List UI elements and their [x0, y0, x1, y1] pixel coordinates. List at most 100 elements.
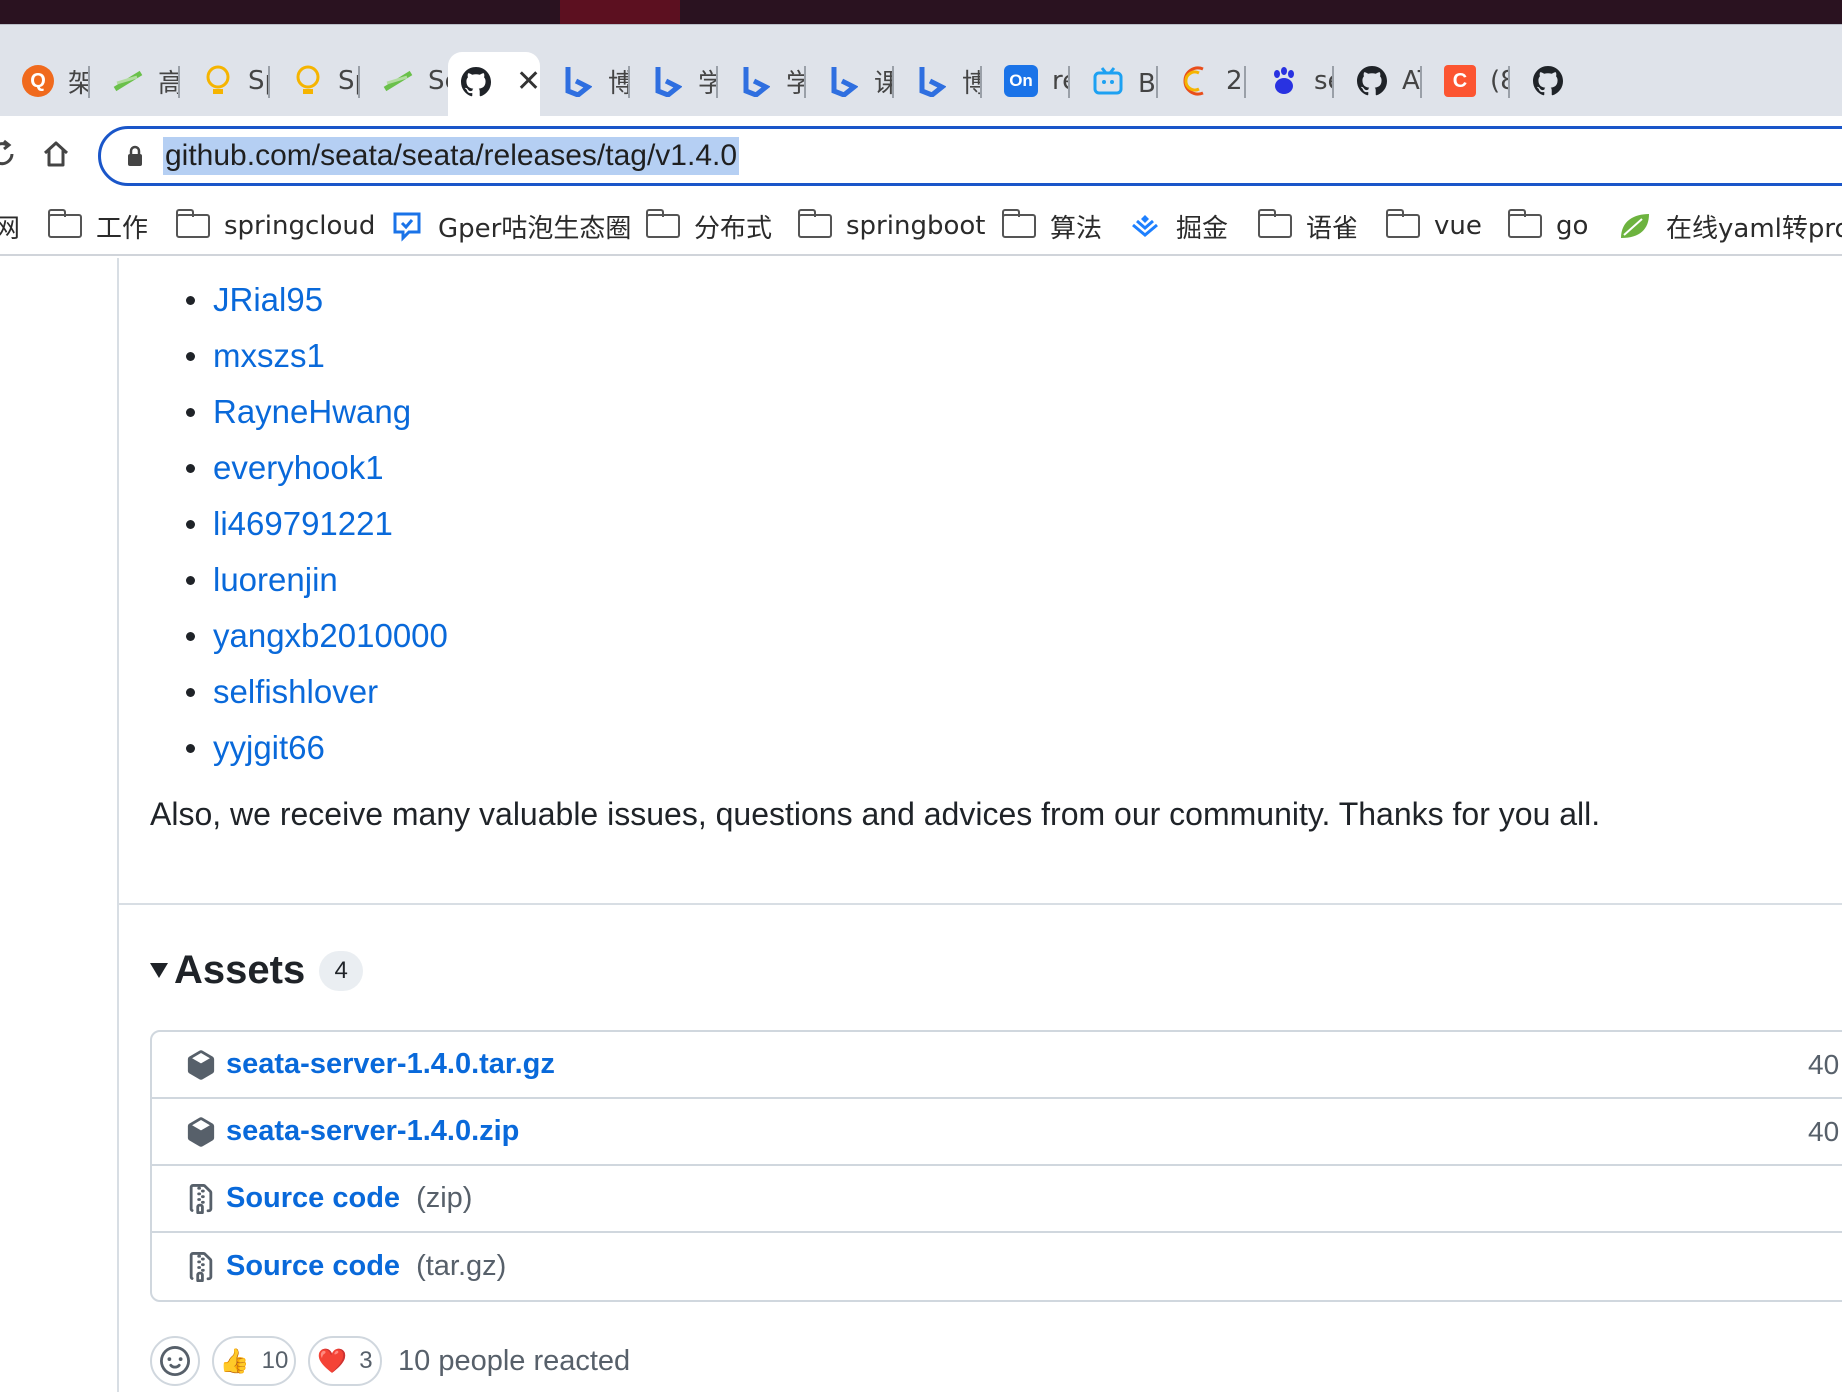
bulb-icon [292, 65, 324, 97]
tab-3[interactable]: Sp [270, 52, 360, 110]
asset-format: (zip) [416, 1182, 473, 1214]
bilibili-tv-icon [1092, 65, 1124, 97]
bookmark-juejin[interactable]: 掘金 [1128, 206, 1228, 246]
asset-size: 40 [1808, 1115, 1840, 1147]
lock-icon[interactable] [127, 145, 143, 167]
bookmark-label: 工作 [96, 213, 149, 244]
bookmark-folder-distributed[interactable]: 分布式 [646, 206, 772, 246]
tab-6[interactable]: 博 [540, 52, 630, 110]
contributor-link[interactable]: luorenjin [186, 552, 448, 608]
tab-12[interactable]: B站 [1070, 52, 1158, 110]
folder-icon [1508, 209, 1542, 238]
asset-row: Source code (tar.gz) [152, 1233, 1842, 1300]
assets-list: seata-server-1.4.0.tar.gz 40 seata-serve… [150, 1030, 1842, 1302]
reaction-count: 10 [261, 1347, 289, 1374]
tab-title: B站 [1138, 68, 1158, 99]
folder-icon [1002, 209, 1036, 238]
bookmark-label: 分布式 [694, 213, 773, 244]
bookmark-folder-springcloud[interactable]: springcloud [176, 206, 375, 246]
bing-icon [562, 65, 594, 97]
reload-icon[interactable] [0, 132, 24, 176]
tab-title: AT [1402, 66, 1422, 96]
bookmark-folder-work[interactable]: 工作 [48, 206, 148, 246]
address-bar[interactable]: github.com/seata/seata/releases/tag/v1.4… [98, 126, 1842, 186]
asset-link[interactable]: seata-server-1.4.0.zip [226, 1115, 519, 1148]
tab-title: 高 [158, 68, 180, 99]
tab-title: 博 [962, 68, 982, 99]
folder-icon [48, 209, 82, 238]
tab-0[interactable]: Q 架 [0, 52, 90, 110]
tab-1[interactable]: 高 [90, 52, 180, 110]
orange-badge-icon: Q [22, 65, 54, 97]
asset-link[interactable]: Source code [226, 1182, 400, 1215]
contributor-link[interactable]: selfishlover [186, 664, 448, 720]
baidu-paw-icon [1268, 65, 1300, 97]
bing-icon [828, 65, 860, 97]
onenote-on-icon: On [1004, 65, 1038, 97]
thumbs-up-icon: 👍 [219, 1347, 250, 1375]
tab-11[interactable]: On re [982, 52, 1070, 110]
tab-14[interactable]: se [1246, 52, 1334, 110]
tab-10[interactable]: 博 [894, 52, 982, 110]
section-divider [117, 903, 1842, 905]
bookmark-0[interactable]: 网 [0, 206, 20, 246]
reactions-bar: 👍 10 ❤️ 3 10 people reacted [150, 1336, 630, 1386]
contributor-link[interactable]: li469791221 [186, 496, 448, 552]
bookmark-label: 算法 [1050, 213, 1103, 244]
bing-icon [740, 65, 772, 97]
tab-9[interactable]: 课 [806, 52, 894, 110]
close-tab-icon[interactable]: ✕ [516, 64, 540, 99]
github-icon [1356, 65, 1388, 97]
bookmark-folder-vue[interactable]: vue [1386, 206, 1482, 246]
heart-icon: ❤️ [317, 1347, 348, 1375]
tab-7[interactable]: 学 [630, 52, 718, 110]
browser-toolbar: github.com/seata/seata/releases/tag/v1.4… [0, 116, 1842, 196]
folder-icon [646, 209, 680, 238]
spring-leaf-icon [1618, 209, 1652, 243]
window-top-strip [0, 0, 1842, 24]
thumbs-up-reaction-button[interactable]: 👍 10 [212, 1336, 296, 1386]
contributor-link[interactable]: yyjgit66 [186, 720, 448, 776]
bookmark-folder-springboot[interactable]: springboot [798, 206, 985, 246]
github-icon [460, 66, 492, 98]
bookmark-folder-go[interactable]: go [1508, 206, 1588, 246]
disclosure-triangle-icon[interactable] [150, 963, 168, 978]
contributor-link[interactable]: everyhook1 [186, 440, 448, 496]
contributor-link[interactable]: yangxb2010000 [186, 608, 448, 664]
green-leaf-icon [112, 65, 144, 97]
bookmark-folder-yuque[interactable]: 语雀 [1258, 206, 1358, 246]
bookmark-gper[interactable]: Gper咕泡生态圈 [390, 206, 631, 246]
url-text[interactable]: github.com/seata/seata/releases/tag/v1.4… [163, 137, 740, 175]
tab-2[interactable]: Sp [180, 52, 270, 110]
bookmark-label: 在线yaml转prop [1666, 213, 1842, 244]
asset-link[interactable]: seata-server-1.4.0.tar.gz [226, 1048, 555, 1081]
tab-title: 架 [68, 68, 90, 99]
tab-8[interactable]: 学 [718, 52, 806, 110]
contributor-link[interactable]: RayneHwang [186, 384, 448, 440]
add-reaction-button[interactable] [150, 1336, 200, 1386]
bing-icon [652, 65, 684, 97]
tab-16[interactable]: C (8 [1422, 52, 1510, 110]
bookmark-label: 网 [0, 213, 21, 244]
bookmark-label: 掘金 [1176, 213, 1229, 244]
tab-title: (8 [1490, 66, 1510, 96]
home-icon[interactable] [34, 132, 78, 176]
contributor-link[interactable]: JRial95 [186, 272, 448, 328]
tab-4[interactable]: Se [360, 52, 448, 110]
thanks-paragraph: Also, we receive many valuable issues, q… [150, 796, 1601, 832]
folder-icon [176, 209, 210, 238]
window-top-glow [560, 0, 680, 24]
heart-reaction-button[interactable]: ❤️ 3 [308, 1336, 382, 1386]
bookmark-folder-algorithm[interactable]: 算法 [1002, 206, 1102, 246]
bookmarks-bar: 网 工作 springcloud Gper咕泡生态圈 分布式 springboo… [0, 196, 1842, 256]
juejin-icon [1128, 209, 1162, 243]
asset-link[interactable]: Source code [226, 1250, 400, 1283]
tab-17[interactable] [1510, 52, 1590, 110]
assets-toggle[interactable]: Assets 4 [150, 948, 364, 993]
tab-15[interactable]: AT [1334, 52, 1422, 110]
tab-13[interactable]: 20 [1158, 52, 1246, 110]
file-zip-icon [189, 1251, 213, 1282]
assets-count-badge: 4 [319, 950, 364, 991]
bookmark-yaml-converter[interactable]: 在线yaml转prop [1618, 206, 1842, 246]
contributor-link[interactable]: mxszs1 [186, 328, 448, 384]
